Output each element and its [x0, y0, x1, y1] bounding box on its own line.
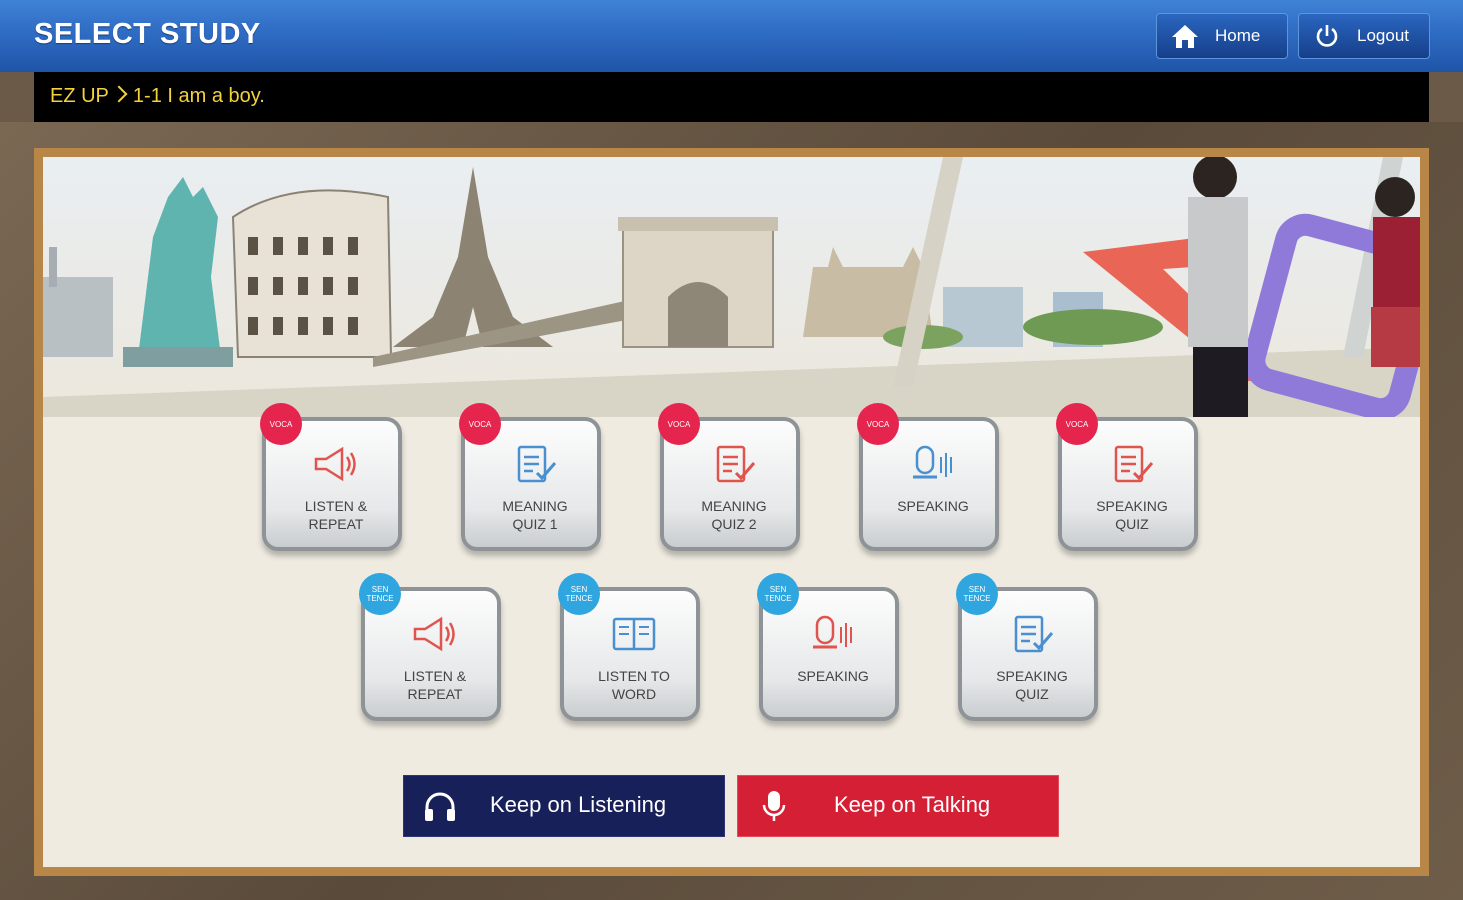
page-title: SELECT STUDY: [34, 18, 261, 50]
home-icon: [1172, 25, 1198, 48]
quiz-doc-icon: [517, 445, 557, 483]
card-label: LISTEN TO WORD: [598, 668, 670, 702]
voca-card-3[interactable]: MEANING QUIZ 2 VOCA: [658, 403, 800, 551]
breadcrumb: EZ UP 1-1 I am a boy.: [34, 72, 1429, 122]
voca-badge: VOCA: [459, 403, 501, 445]
keep-on-talking-button[interactable]: Keep on Talking: [737, 775, 1059, 837]
card-label: MEANING QUIZ 1: [502, 498, 568, 532]
power-icon: [1316, 25, 1338, 47]
card-label: SPEAKING QUIZ: [1096, 498, 1168, 532]
chevron-right-icon: [110, 85, 128, 103]
quiz-doc-icon: [1014, 615, 1054, 653]
home-button[interactable]: Home: [1156, 13, 1288, 59]
sentence-card-2[interactable]: LISTEN TO WORD SEN TENCE: [558, 573, 700, 721]
logout-button[interactable]: Logout: [1298, 13, 1430, 59]
headphones-icon: [425, 792, 455, 821]
sentence-card-3[interactable]: SPEAKING SEN TENCE: [757, 573, 899, 721]
sentence-card-4[interactable]: SPEAKING QUIZ SEN TENCE: [956, 573, 1098, 721]
voca-card-5[interactable]: SPEAKING QUIZ VOCA: [1056, 403, 1198, 551]
speaker-icon: [413, 616, 455, 652]
voca-card-4[interactable]: SPEAKING VOCA: [857, 403, 999, 551]
study-panel: LISTEN & REPEAT VOCA MEANING QUIZ 1 VOCA MEA…: [34, 148, 1429, 876]
card-label: LISTEN & REPEAT: [403, 668, 467, 702]
breadcrumb-root[interactable]: EZ UP: [50, 85, 109, 107]
card-label: SPEAKING QUIZ: [996, 668, 1068, 702]
card-label: MEANING QUIZ 2: [701, 498, 767, 532]
quiz-doc-icon: [1114, 445, 1154, 483]
sentence-badge: SEN TENCE: [956, 573, 998, 615]
keep-on-talking-label: Keep on Talking: [834, 792, 991, 817]
card-label: SPEAKING: [897, 498, 969, 514]
sentence-card-1[interactable]: LISTEN & REPEAT SEN TENCE: [359, 573, 501, 721]
book-icon: [612, 617, 656, 651]
voca-badge: VOCA: [857, 403, 899, 445]
header-bar: SELECT STUDY Home Logout: [0, 0, 1463, 72]
sentence-badge: SEN TENCE: [558, 573, 600, 615]
breadcrumb-current: 1-1 I am a boy.: [132, 85, 265, 107]
card-label: LISTEN & REPEAT: [304, 498, 368, 532]
microphone-icon: [813, 615, 852, 649]
logout-label: Logout: [1357, 26, 1409, 45]
card-label: SPEAKING: [797, 668, 869, 684]
landmarks-illustration: [43, 157, 1420, 417]
voca-badge: VOCA: [658, 403, 700, 445]
microphone-icon: [762, 791, 786, 821]
voca-card-1[interactable]: LISTEN & REPEAT VOCA: [260, 403, 402, 551]
speaker-icon: [314, 446, 356, 482]
keep-on-listening-label: Keep on Listening: [490, 792, 667, 817]
sentence-badge: SEN TENCE: [359, 573, 401, 615]
quiz-doc-icon: [716, 445, 756, 483]
keep-on-listening-button[interactable]: Keep on Listening: [403, 775, 725, 837]
voca-card-2[interactable]: MEANING QUIZ 1 VOCA: [459, 403, 601, 551]
voca-badge: VOCA: [1056, 403, 1098, 445]
voca-badge: VOCA: [260, 403, 302, 445]
home-label: Home: [1215, 26, 1261, 45]
sentence-badge: SEN TENCE: [757, 573, 799, 615]
microphone-icon: [913, 445, 952, 479]
